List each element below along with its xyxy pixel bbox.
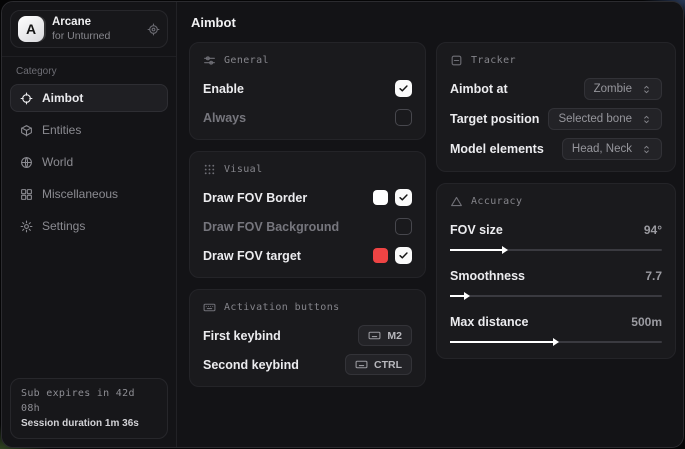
smoothness-slider[interactable] [450, 290, 662, 301]
sub-expiry-text: Sub expires in 42d 08h [21, 386, 157, 416]
select-value: Selected bone [558, 113, 632, 125]
brand-subtitle: for Unturned [52, 30, 139, 42]
page-title: Aimbot [191, 15, 671, 30]
always-checkbox[interactable] [395, 109, 412, 126]
enable-row: Enable [203, 78, 412, 99]
slider-thumb[interactable] [553, 338, 559, 346]
sidebar-item-settings[interactable]: Settings [10, 212, 168, 240]
slider-thumb[interactable] [502, 246, 508, 254]
sidebar-item-label: Settings [42, 219, 85, 233]
sidebar-item-label: World [42, 155, 73, 169]
subscription-info: Sub expires in 42d 08h Session duration … [10, 378, 168, 439]
target-position-select[interactable]: Selected bone [548, 108, 662, 130]
max-distance-value: 500m [631, 315, 662, 329]
keyboard-icon [355, 358, 368, 371]
smoothness-block: Smoothness 7.7 [450, 265, 662, 301]
keybind-value: M2 [387, 330, 402, 342]
section-title: General [224, 55, 269, 66]
visual-card: Visual Draw FOV Border Draw FOV Backgrou… [189, 151, 426, 278]
sidebar-item-label: Aimbot [42, 91, 83, 105]
fov-background-row: Draw FOV Background [203, 216, 412, 237]
accuracy-card: Accuracy FOV size 94° [436, 183, 676, 359]
grid-icon [20, 188, 33, 201]
crosshair-settings-icon[interactable] [147, 23, 160, 36]
first-keybind-button[interactable]: M2 [358, 325, 412, 346]
category-label: Category [2, 57, 176, 82]
fov-target-row: Draw FOV target [203, 245, 412, 266]
logo-letter: A [26, 21, 36, 37]
max-distance-block: Max distance 500m [450, 311, 662, 347]
fov-target-checkbox[interactable] [395, 247, 412, 264]
model-elements-select[interactable]: Head, Neck [562, 138, 662, 160]
brand-text: Arcane for Unturned [52, 16, 139, 41]
target-position-row: Target position Selected bone [450, 108, 662, 130]
smoothness-value: 7.7 [645, 269, 662, 283]
keyboard-icon [203, 301, 216, 314]
activation-header: Activation buttons [203, 301, 412, 314]
sidebar-item-world[interactable]: World [10, 148, 168, 176]
brand-name: Arcane [52, 16, 139, 29]
sidebar: A Arcane for Unturned Category Aimbot [2, 2, 177, 447]
aimbot-at-select[interactable]: Zombie [584, 78, 662, 100]
fov-size-slider[interactable] [450, 244, 662, 255]
sidebar-item-label: Miscellaneous [42, 187, 118, 201]
fov-background-checkbox[interactable] [395, 218, 412, 235]
main-content: Aimbot General Enable [177, 2, 683, 447]
fov-target-color-swatch[interactable] [373, 248, 388, 263]
sidebar-item-label: Entities [42, 123, 81, 137]
crosshair-icon [20, 92, 33, 105]
select-value: Zombie [594, 83, 632, 95]
tracker-card: Tracker Aimbot at Zombie Target position [436, 42, 676, 172]
sidebar-item-aimbot[interactable]: Aimbot [10, 84, 168, 112]
activation-card: Activation buttons First keybind M2 Seco… [189, 289, 426, 387]
max-distance-slider[interactable] [450, 336, 662, 347]
fov-border-checkbox[interactable] [395, 189, 412, 206]
slider-thumb[interactable] [464, 292, 470, 300]
brand-header: A Arcane for Unturned [2, 2, 176, 57]
chevrons-up-down-icon [641, 144, 652, 155]
always-row: Always [203, 107, 412, 128]
session-duration-text: Session duration 1m 36s [21, 416, 157, 431]
model-elements-row: Model elements Head, Neck [450, 138, 662, 160]
arcane-logo: A [18, 16, 44, 42]
first-keybind-row: First keybind M2 [203, 325, 412, 346]
sidebar-item-entities[interactable]: Entities [10, 116, 168, 144]
sidebar-nav: Aimbot Entities World Miscellaneous [2, 82, 176, 242]
tracker-header: Tracker [450, 54, 662, 67]
general-card: General Enable Always [189, 42, 426, 140]
keyboard-icon [368, 329, 381, 342]
section-title: Accuracy [471, 196, 522, 207]
dots-grid-icon [203, 163, 216, 176]
globe-icon [20, 156, 33, 169]
brand-card: A Arcane for Unturned [10, 10, 168, 48]
second-keybind-button[interactable]: CTRL [345, 354, 412, 375]
section-title: Tracker [471, 55, 516, 66]
fov-border-color-swatch[interactable] [373, 190, 388, 205]
chevrons-up-down-icon [641, 84, 652, 95]
fov-border-row: Draw FOV Border [203, 187, 412, 208]
gear-icon [20, 220, 33, 233]
visual-header: Visual [203, 163, 412, 176]
accuracy-header: Accuracy [450, 195, 662, 208]
section-title: Activation buttons [224, 302, 340, 313]
second-keybind-row: Second keybind CTRL [203, 354, 412, 375]
sliders-icon [203, 54, 216, 67]
sidebar-item-miscellaneous[interactable]: Miscellaneous [10, 180, 168, 208]
arcane-window: A Arcane for Unturned Category Aimbot [1, 1, 684, 448]
chevrons-up-down-icon [641, 114, 652, 125]
keybind-value: CTRL [374, 359, 402, 371]
panel-icon [450, 54, 463, 67]
general-header: General [203, 54, 412, 67]
aimbot-at-row: Aimbot at Zombie [450, 78, 662, 100]
cube-icon [20, 124, 33, 137]
triangle-icon [450, 195, 463, 208]
fov-size-value: 94° [644, 223, 662, 237]
select-value: Head, Neck [572, 143, 632, 155]
enable-checkbox[interactable] [395, 80, 412, 97]
fov-size-block: FOV size 94° [450, 219, 662, 255]
section-title: Visual [224, 164, 263, 175]
